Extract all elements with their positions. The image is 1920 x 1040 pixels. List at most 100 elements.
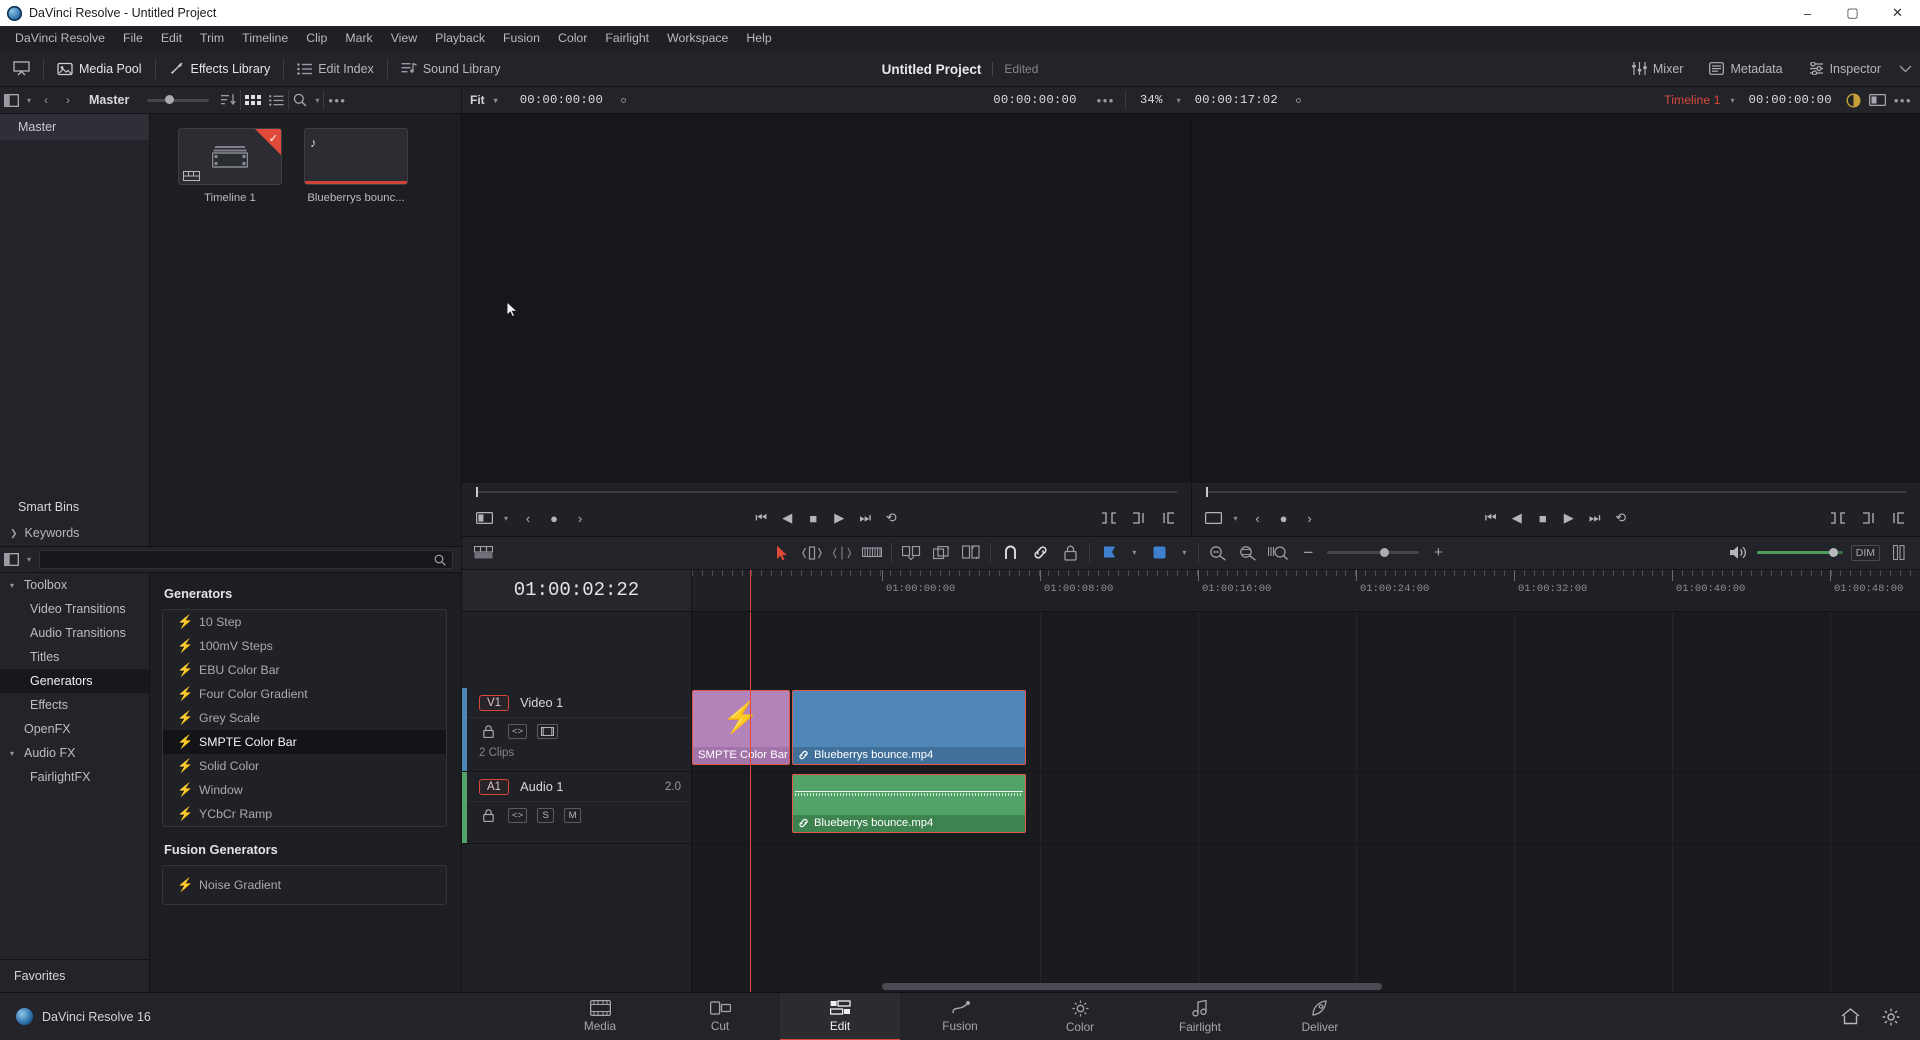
effect-item-noise-gradient[interactable]: ⚡ Noise Gradient bbox=[163, 866, 446, 904]
trim-edit-tool-icon[interactable] bbox=[801, 541, 823, 565]
page-media[interactable]: Media bbox=[540, 993, 660, 1040]
clip-blueberrys-audio[interactable]: Blueberrys bounce.mp4 bbox=[792, 773, 1026, 833]
search-icon[interactable] bbox=[289, 87, 311, 114]
effects-search-field[interactable] bbox=[39, 550, 453, 569]
source-next-marker-icon[interactable]: › bbox=[570, 506, 590, 530]
fit-chevron-down-icon[interactable]: ▾ bbox=[490, 96, 502, 105]
source-jump-end-button[interactable]: ⏭ bbox=[855, 506, 875, 530]
source-play-reverse-button[interactable]: ◀ bbox=[777, 506, 797, 530]
snapping-icon[interactable] bbox=[900, 541, 922, 565]
page-fusion[interactable]: Fusion bbox=[900, 993, 1020, 1040]
thumbnail-size-knob[interactable] bbox=[165, 95, 175, 104]
tree-item-effects[interactable]: Effects bbox=[0, 693, 149, 717]
sort-order-icon[interactable] bbox=[217, 87, 240, 114]
effect-item-ebu-color-bar[interactable]: ⚡ EBU Color Bar bbox=[163, 658, 446, 682]
favorites-section[interactable]: Favorites bbox=[0, 959, 149, 992]
mixer-button[interactable]: Mixer bbox=[1619, 51, 1697, 87]
gear-icon[interactable] bbox=[1882, 1008, 1900, 1026]
viewer-options-icon[interactable]: ••• bbox=[1890, 87, 1920, 114]
marker-chevron-down-icon[interactable]: ▾ bbox=[1178, 548, 1190, 557]
page-edit[interactable]: Edit bbox=[780, 992, 900, 1040]
bin-keywords[interactable]: ❯ Keywords bbox=[0, 520, 149, 546]
tree-item-toolbox[interactable]: ▾ Toolbox bbox=[0, 573, 149, 597]
media-pool-options-icon[interactable]: ••• bbox=[324, 87, 350, 114]
media-thumb-audio[interactable]: ♪ Blueberrys bounc... bbox=[304, 128, 408, 204]
sidebar-chevron-down-icon[interactable]: ▾ bbox=[23, 96, 35, 105]
tree-item-fairlightfx[interactable]: FairlightFX bbox=[0, 765, 149, 789]
volume-knob[interactable] bbox=[1828, 547, 1838, 557]
effect-item-solid-color[interactable]: ⚡ Solid Color bbox=[163, 754, 446, 778]
mute-button[interactable]: M bbox=[564, 807, 582, 823]
timeline-loop-button[interactable]: ⟲ bbox=[1611, 506, 1631, 530]
sidebar-toggle-icon[interactable] bbox=[0, 87, 23, 114]
lock-track-icon[interactable] bbox=[1059, 541, 1081, 565]
source-mark-in-icon[interactable] bbox=[1159, 506, 1179, 530]
auto-select-icon[interactable]: <> bbox=[508, 723, 528, 739]
solo-button[interactable]: S bbox=[537, 807, 555, 823]
timeline-mark-out-icon[interactable] bbox=[1858, 506, 1878, 530]
menu-trim[interactable]: Trim bbox=[191, 26, 233, 51]
effect-item-four-color-gradient[interactable]: ⚡ Four Color Gradient bbox=[163, 682, 446, 706]
menu-fusion[interactable]: Fusion bbox=[494, 26, 549, 51]
zoom-in-button[interactable]: + bbox=[1427, 541, 1449, 565]
tree-item-openfx[interactable]: OpenFX bbox=[0, 717, 149, 741]
source-scrub-playhead[interactable] bbox=[476, 486, 478, 497]
clip-smpte-color-bar[interactable]: ⚡ SMPTE Color Bar bbox=[692, 689, 790, 765]
inspector-button[interactable]: Inspector bbox=[1796, 51, 1894, 87]
marker-color-icon[interactable] bbox=[1148, 541, 1170, 565]
source-display-chevron-down-icon[interactable]: ▾ bbox=[500, 514, 512, 523]
tree-item-video-transitions[interactable]: Video Transitions bbox=[0, 597, 149, 621]
timeline-viewer-canvas[interactable] bbox=[1191, 114, 1920, 483]
source-play-button[interactable]: ▶ bbox=[829, 506, 849, 530]
audio-meters-icon[interactable] bbox=[1888, 541, 1910, 565]
video-enable-icon[interactable] bbox=[537, 723, 559, 739]
timeline-horizontal-scrollbar[interactable] bbox=[692, 983, 1916, 990]
timeline-viewer-timecode[interactable]: 00:00:00:00 bbox=[1738, 93, 1841, 107]
page-deliver[interactable]: Deliver bbox=[1260, 993, 1380, 1040]
timeline-marker-icon[interactable]: ● bbox=[1274, 506, 1294, 530]
menu-clip[interactable]: Clip bbox=[297, 26, 336, 51]
menu-fairlight[interactable]: Fairlight bbox=[596, 26, 658, 51]
menu-timeline[interactable]: Timeline bbox=[233, 26, 297, 51]
minimize-button[interactable]: – bbox=[1785, 0, 1830, 26]
project-manager-button[interactable] bbox=[0, 51, 43, 87]
effect-item-10-step[interactable]: ⚡ 10 Step bbox=[163, 610, 446, 634]
position-lock-icon[interactable] bbox=[960, 541, 982, 565]
selection-tool-icon[interactable] bbox=[771, 541, 793, 565]
zoom-custom-icon[interactable] bbox=[1237, 541, 1259, 565]
edit-index-button[interactable]: Edit Index bbox=[284, 51, 387, 87]
track-name-v1[interactable]: Video 1 bbox=[520, 695, 563, 710]
tree-item-audio-transitions[interactable]: Audio Transitions bbox=[0, 621, 149, 645]
source-marker-icon[interactable]: ● bbox=[544, 506, 564, 530]
track-band-v1[interactable]: ⚡ SMPTE Color Bar Blueberrys bounce.mp4 bbox=[692, 688, 1920, 772]
master-volume-slider[interactable] bbox=[1756, 547, 1843, 557]
tree-item-audio-fx[interactable]: ▾ Audio FX bbox=[0, 741, 149, 765]
timeline-zoom-slider[interactable] bbox=[1327, 547, 1420, 557]
timeline-playhead[interactable] bbox=[750, 611, 751, 992]
page-cut[interactable]: Cut bbox=[660, 993, 780, 1040]
timeline-mark-in-out-icon[interactable] bbox=[1828, 506, 1848, 530]
color-wheel-icon[interactable] bbox=[1842, 87, 1865, 114]
thumb-image[interactable]: ♪ bbox=[304, 128, 408, 185]
media-pool-button[interactable]: Media Pool bbox=[44, 51, 155, 87]
tree-item-generators[interactable]: Generators bbox=[0, 669, 149, 693]
source-viewer-canvas[interactable] bbox=[462, 114, 1191, 483]
timeline-view-options-icon[interactable] bbox=[472, 541, 494, 565]
timeline-next-marker-icon[interactable]: › bbox=[1300, 506, 1320, 530]
maximize-button[interactable]: ▢ bbox=[1830, 0, 1875, 26]
menu-edit[interactable]: Edit bbox=[152, 26, 191, 51]
page-color[interactable]: Color bbox=[1020, 993, 1140, 1040]
lock-icon[interactable] bbox=[479, 808, 498, 823]
workspace-toggle-icon[interactable] bbox=[1894, 55, 1916, 82]
speaker-icon[interactable] bbox=[1727, 541, 1749, 565]
track-name-a1[interactable]: Audio 1 bbox=[520, 779, 563, 794]
menu-playback[interactable]: Playback bbox=[426, 26, 494, 51]
menu-davinci-resolve[interactable]: DaVinci Resolve bbox=[6, 26, 114, 51]
timeline-scrub-track[interactable] bbox=[1205, 486, 1906, 497]
menu-color[interactable]: Color bbox=[549, 26, 596, 51]
effect-item-window[interactable]: ⚡ Window bbox=[163, 778, 446, 802]
lock-icon[interactable] bbox=[479, 724, 498, 739]
timeline-ruler[interactable]: 01:00:00:00 01:00:08:00 01:00:16:00 01:00:2… bbox=[692, 569, 1920, 611]
source-viewer-mode[interactable]: Fit ▾ bbox=[462, 87, 510, 114]
audio-dim-button[interactable]: DIM bbox=[1850, 544, 1880, 561]
